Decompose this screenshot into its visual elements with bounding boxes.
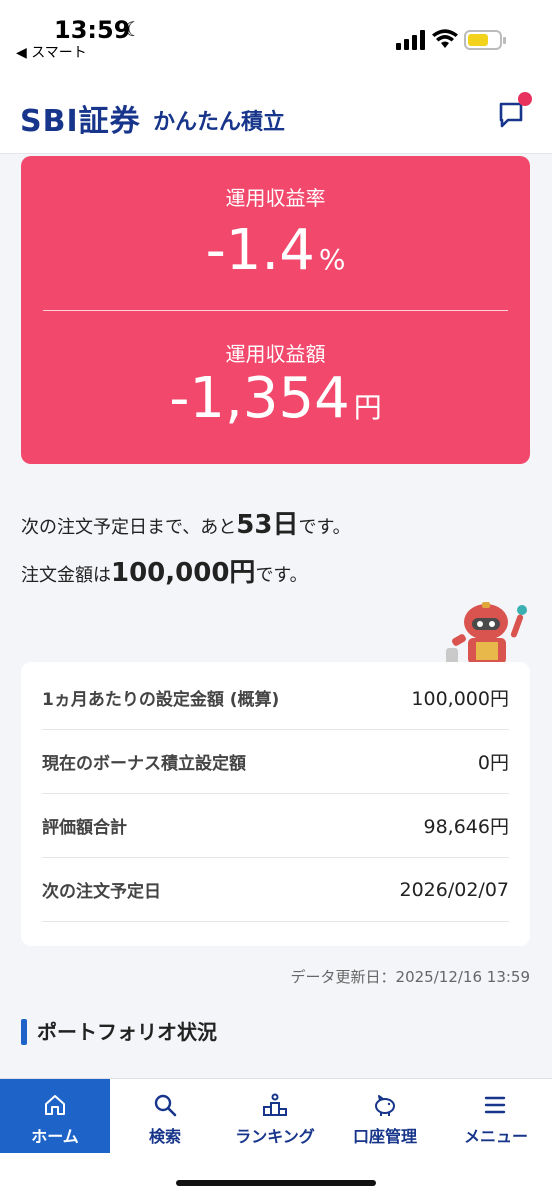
nav-ranking[interactable]: ランキング [220,1079,330,1153]
nav-label: ホーム [31,1127,79,1146]
row-value: 100,000円 [411,688,509,710]
home-icon [45,1095,65,1115]
return-amount-label: 運用収益額 [225,342,326,366]
notification-badge [518,92,532,106]
next-order-date-row: 次の注文予定日 2026/02/07 [42,858,509,922]
row-value: 0円 [477,752,509,774]
row-value: 98,646円 [423,816,510,838]
portfolio-section-title: ポートフォリオ状況 [37,1020,217,1044]
return-rate-label: 運用収益率 [225,186,326,210]
search-icon [154,1094,177,1117]
home-indicator [176,1180,376,1186]
moon-icon: ☾ [124,17,142,41]
divider [43,310,508,311]
data-update-timestamp: データ更新日：2025/12/16 13:59 [290,968,530,986]
nav-home[interactable]: ホーム [0,1079,110,1153]
robot-mascot-icon [446,602,527,664]
nav-account[interactable]: 口座管理 [330,1079,440,1153]
return-amount-value: -1,354 円 [169,366,382,431]
nav-label: 口座管理 [352,1127,417,1146]
status-bar: 13:59 ☾ ◀ スマート [0,0,552,76]
status-time: 13:59 [54,16,131,44]
ranking-icon [263,1093,287,1116]
nav-search[interactable]: 検索 [110,1079,220,1153]
row-label: 1ヵ月あたりの設定金額 (概算) [42,690,280,710]
app-subtitle: かんたん積立 [153,110,286,135]
wifi-icon [432,29,458,48]
next-order-countdown: 次の注文予定日まで、あと53日です。 [21,510,351,540]
battery-icon [464,30,506,50]
order-amount-text: 注文金額は100,000円です。 [21,558,308,588]
back-to-app-link[interactable]: ◀ スマート [16,42,87,62]
row-label: 現在のボーナス積立設定額 [42,754,246,774]
settings-card: 1ヵ月あたりの設定金額 (概算) 100,000円 現在のボーナス積立設定額 0… [21,662,530,946]
nav-label: ランキング [235,1127,315,1146]
row-label: 次の注文予定日 [42,882,161,902]
row-label: 評価額合計 [42,818,127,838]
performance-card: 運用収益率 -1.4% 運用収益額 -1,354 円 [21,156,530,464]
signal-icon [396,30,425,50]
monthly-amount-row: 1ヵ月あたりの設定金額 (概算) 100,000円 [42,666,509,730]
piggy-bank-icon [375,1095,395,1116]
valuation-total-row: 評価額合計 98,646円 [42,794,509,858]
return-rate-value: -1.4% [205,218,346,283]
menu-icon [484,1096,506,1114]
app-header: SBI証券 かんたん積立 [0,76,552,154]
row-value: 2026/02/07 [399,878,509,901]
bonus-amount-row: 現在のボーナス積立設定額 0円 [42,730,509,794]
nav-menu[interactable]: メニュー [440,1079,552,1153]
nav-label: メニュー [463,1127,528,1146]
sbi-logo[interactable]: SBI証券 [20,96,141,140]
nav-label: 検索 [148,1127,181,1146]
